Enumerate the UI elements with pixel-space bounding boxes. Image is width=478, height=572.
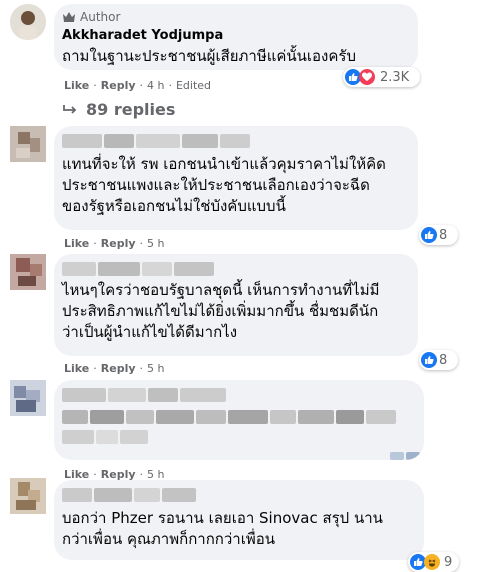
comment-time[interactable]: 4 h: [147, 79, 164, 92]
view-replies-link[interactable]: 89 replies: [62, 100, 175, 119]
reaction-count: 2.3K: [380, 69, 410, 85]
comment-text-pixelated: [62, 410, 396, 424]
comment-actions: Like · Reply · 5 h: [64, 237, 165, 250]
commenter-avatar[interactable]: [10, 380, 46, 416]
reply-link[interactable]: Reply: [101, 79, 136, 92]
like-reaction-icon: [421, 227, 437, 243]
reaction-count: 8: [439, 352, 448, 368]
comment-reactions[interactable]: 8: [419, 225, 458, 245]
commenter-name[interactable]: [62, 134, 250, 148]
edited-label: Edited: [175, 79, 212, 92]
comment-time[interactable]: 5 h: [147, 237, 164, 250]
reply-link[interactable]: Reply: [101, 237, 136, 250]
author-badge-icon: [63, 12, 75, 22]
author-avatar[interactable]: [10, 4, 46, 40]
comment-bubble: บอกว่า Phzer รอนาน เลยเอา Sinovac สรุป น…: [54, 480, 424, 560]
comment-bubble: ไหนๆใครว่าชอบรัฐบาลชุดนี้ เห็นการทำงานที…: [54, 254, 418, 356]
comment-actions: Like · Reply · 5 h: [64, 362, 165, 375]
comment-text-pixelated: [390, 452, 420, 460]
reply-arrow-icon: [63, 104, 77, 114]
comment-reactions[interactable]: 8: [419, 350, 458, 370]
commenter-name[interactable]: [62, 262, 214, 276]
comment-text: บอกว่า Phzer รอนาน เลยเอา Sinovac สรุป น…: [62, 509, 383, 548]
comment-bubble: แทนที่จะให้ รพ เอกชนนำเข้าแล้วคุมราคาไม่…: [54, 126, 418, 230]
commenter-name[interactable]: [62, 488, 196, 502]
reaction-count: 8: [439, 227, 448, 243]
comment-time[interactable]: 5 h: [147, 362, 164, 375]
commenter-avatar[interactable]: [10, 126, 46, 162]
commenter-avatar[interactable]: [10, 478, 46, 514]
replies-count: 89 replies: [86, 100, 176, 119]
love-reaction-icon: [359, 69, 375, 85]
like-link[interactable]: Like: [64, 362, 89, 375]
reply-link[interactable]: Reply: [101, 362, 136, 375]
comment-text: ไหนๆใครว่าชอบรัฐบาลชุดนี้ เห็นการทำงานที…: [62, 281, 380, 341]
haha-reaction-icon: [424, 554, 440, 570]
author-badge: Author: [62, 10, 120, 24]
commenter-avatar[interactable]: [10, 254, 46, 290]
comment-text: แทนที่จะให้ รพ เอกชนนำเข้าแล้วคุมราคาไม่…: [62, 155, 386, 215]
reaction-count: 9: [444, 554, 453, 570]
comment-reactions[interactable]: 9: [408, 552, 459, 572]
author-name[interactable]: Akkharadet Yodjumpa: [62, 28, 223, 43]
author-reactions[interactable]: 2.3K: [343, 67, 420, 87]
commenter-name[interactable]: [62, 388, 226, 402]
like-reaction-icon: [421, 352, 437, 368]
author-comment-text: ถามในฐานะประชาชนผู้เสียภาษีแค่นั้นเองครั…: [62, 47, 356, 65]
comment-bubble: [54, 380, 424, 460]
author-comment-bubble: Author Akkharadet Yodjumpa ถามในฐานะประช…: [54, 4, 418, 70]
author-comment-actions: Like · Reply · 4 h · Edited: [64, 79, 212, 92]
like-link[interactable]: Like: [64, 79, 89, 92]
like-link[interactable]: Like: [64, 237, 89, 250]
comment-text-pixelated: [62, 430, 148, 444]
author-badge-label: Author: [80, 10, 121, 24]
